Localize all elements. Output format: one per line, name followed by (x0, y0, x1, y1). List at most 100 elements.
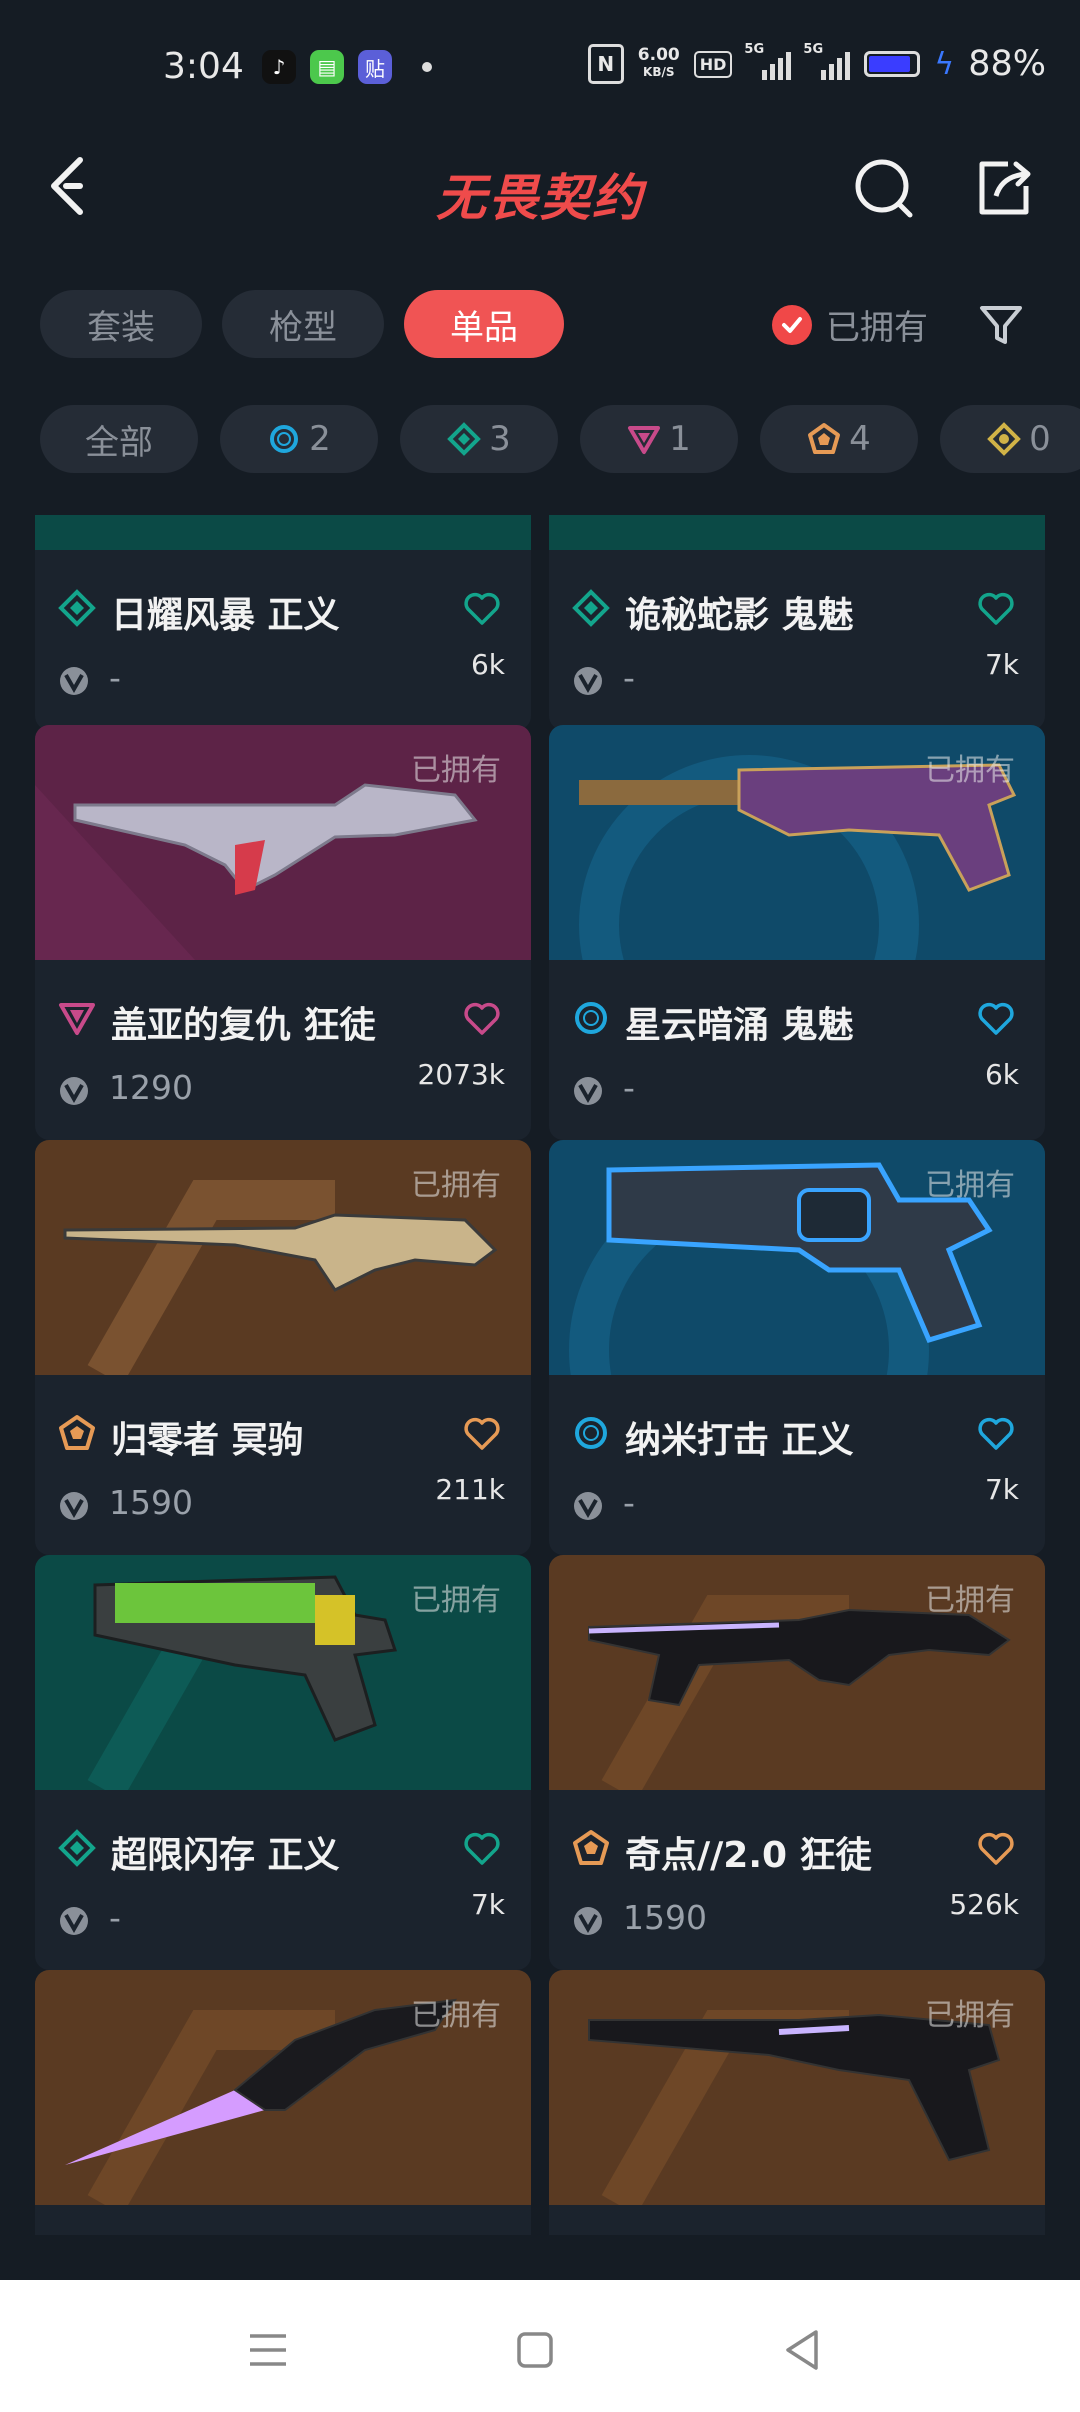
chip-deluxe-tier[interactable]: 3 (400, 405, 558, 473)
vp-currency-icon (60, 1492, 88, 1520)
chip-all[interactable]: 全部 (40, 405, 198, 473)
item-image: 已拥有 (35, 1555, 531, 1790)
status-time: 3:04 (163, 46, 244, 87)
more-notifications-dot (422, 62, 432, 72)
item-price: 1590 (109, 1483, 193, 1522)
vp-currency-icon (574, 1907, 602, 1935)
network-speed-value: 6.00 (637, 45, 680, 65)
item-price: 1290 (109, 1068, 193, 1107)
owned-label: 已拥有 (411, 1168, 501, 1203)
item-image: 已拥有 (549, 1140, 1045, 1375)
premium-tier-icon (59, 1003, 95, 1035)
item-price: - (623, 1068, 635, 1107)
app-header: 无畏契约 (0, 140, 1080, 260)
deluxe-tier-icon (447, 422, 482, 456)
chip-deluxe-count: 3 (489, 419, 511, 459)
tab-weapon-types[interactable]: 枪型 (222, 290, 384, 358)
status-bar: 3:04 ♪ ▤ 贴 N 6.00 KB/S HD 5G 5G ϟ 88% (0, 0, 1080, 140)
item-image: 已拥有 (35, 1970, 531, 2205)
item-card[interactable]: 已拥有 盖亚的复仇 狂徒 1290 2073k (35, 725, 531, 1140)
tab-single-items[interactable]: 单品 (404, 290, 564, 358)
item-price: - (623, 1483, 635, 1522)
item-likes: 526k (949, 1888, 1019, 1921)
network-speed: 6.00 KB/S (638, 47, 680, 81)
deluxe-tier-icon (572, 589, 610, 627)
item-name: 日耀风暴 正义 (111, 595, 340, 636)
item-card[interactable]: 已拥有 纳米打击 正义 - 7k (549, 1140, 1045, 1555)
owned-label: 已拥有 (925, 1998, 1015, 2033)
item-card[interactable]: 已拥有 (35, 1970, 531, 2235)
tab-bundles[interactable]: 套装 (40, 290, 202, 358)
sticker-app-icon: 贴 (358, 50, 392, 84)
hd-icon: HD (693, 50, 733, 78)
item-card[interactable]: 已拥有 超限闪存 正义 - 7k (35, 1555, 531, 1970)
chip-select-tier[interactable]: 2 (220, 405, 378, 473)
item-name: 星云暗涌 鬼魅 (625, 1005, 854, 1046)
item-likes: 2073k (417, 1058, 505, 1091)
favorite-heart-icon[interactable] (977, 1830, 1015, 1868)
item-price: - (623, 658, 635, 697)
deluxe-tier-icon (58, 589, 96, 627)
item-likes: 7k (470, 1888, 505, 1921)
favorite-heart-icon[interactable] (463, 1415, 501, 1453)
rarity-filter-bar: 全部 2 3 1 4 0 (40, 405, 1080, 473)
item-image (549, 515, 1045, 550)
item-card[interactable]: 已拥有 (549, 1970, 1045, 2235)
chip-exclusive-count: 4 (849, 419, 871, 459)
owned-label: 已拥有 (925, 1583, 1015, 1618)
favorite-heart-icon[interactable] (463, 1000, 501, 1038)
item-card[interactable]: 已拥有 星云暗涌 鬼魅 - 6k (549, 725, 1045, 1140)
item-name: 奇点//2.0 狂徒 (625, 1835, 872, 1876)
signal-5g-icon-1: 5G (744, 42, 792, 80)
search-icon[interactable] (850, 152, 920, 222)
owned-label: 已拥有 (925, 753, 1015, 788)
item-card[interactable]: 日耀风暴 正义 - 6k (35, 515, 531, 730)
item-image: 已拥有 (549, 1555, 1045, 1790)
status-indicators: N 6.00 KB/S HD 5G 5G ϟ 88% (587, 42, 1046, 84)
battery-icon (864, 51, 921, 77)
network-speed-unit: KB/S (643, 65, 675, 79)
item-image: 已拥有 (549, 725, 1045, 960)
exclusive-tier-icon (59, 1415, 95, 1450)
item-name: 诡秘蛇影 鬼魅 (625, 595, 854, 636)
premium-tier-icon (628, 426, 661, 454)
notification-icons: ♪ ▤ 贴 (262, 50, 432, 84)
item-image: 已拥有 (35, 725, 531, 960)
favorite-heart-icon[interactable] (977, 590, 1015, 628)
item-card[interactable]: 诡秘蛇影 鬼魅 - 7k (549, 515, 1045, 730)
chip-exclusive-tier[interactable]: 4 (760, 405, 918, 473)
favorite-heart-icon[interactable] (463, 1830, 501, 1868)
favorite-heart-icon[interactable] (977, 1000, 1015, 1038)
chip-ultra-count: 0 (1029, 419, 1051, 459)
chip-all-label: 全部 (85, 422, 153, 463)
item-name: 纳米打击 正义 (625, 1420, 854, 1461)
network-type-2: 5G (803, 42, 824, 57)
battery-percent: 88% (968, 44, 1046, 84)
select-tier-icon (575, 1417, 607, 1449)
item-likes: 6k (470, 648, 505, 681)
vp-currency-icon (574, 1492, 602, 1520)
filter-icon[interactable] (976, 300, 1026, 350)
favorite-heart-icon[interactable] (463, 590, 501, 628)
exclusive-tier-icon (808, 423, 841, 454)
chip-ultra-tier[interactable]: 0 (940, 405, 1080, 473)
chip-premium-tier[interactable]: 1 (580, 405, 738, 473)
item-name: 归零者 冥驹 (111, 1420, 304, 1461)
item-likes: 7k (984, 648, 1019, 681)
item-grid: 日耀风暴 正义 - 6k 诡秘蛇影 鬼魅 - 7k 已拥有 盖亚的复仇 狂徒 1… (35, 515, 1045, 2235)
item-card[interactable]: 已拥有 奇点//2.0 狂徒 1590 526k (549, 1555, 1045, 1970)
share-icon[interactable] (968, 152, 1038, 222)
home-icon[interactable] (505, 2320, 565, 2380)
select-tier-icon (575, 1002, 607, 1034)
favorite-heart-icon[interactable] (977, 1415, 1015, 1453)
menu-icon[interactable] (238, 2320, 298, 2380)
message-icon: ▤ (310, 50, 344, 84)
item-price: - (109, 658, 121, 697)
owned-label: 已拥有 (411, 1998, 501, 2033)
back-icon[interactable] (772, 2320, 832, 2380)
item-card[interactable]: 已拥有 归零者 冥驹 1590 211k (35, 1140, 531, 1555)
owned-label: 已拥有 (411, 753, 501, 788)
exclusive-tier-icon (573, 1830, 609, 1865)
owned-filter-toggle[interactable]: 已拥有 (772, 300, 928, 349)
charging-icon: ϟ (934, 46, 955, 82)
